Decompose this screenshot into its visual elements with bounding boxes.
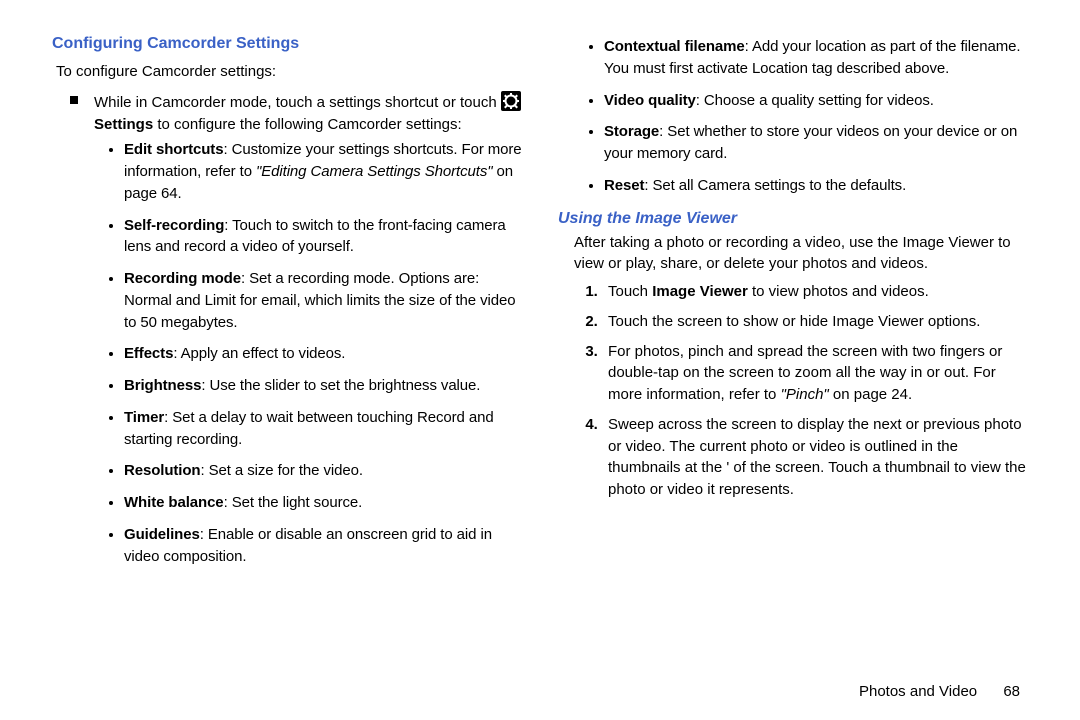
bullet-video-quality: Video quality: Choose a quality setting … [604,90,1028,112]
step-1: Touch Image Viewer to view photos and vi… [602,281,1028,303]
bullet-timer: Timer: Set a delay to wait between touch… [124,407,522,451]
settings-bullet-list: Edit shortcuts: Customize your settings … [52,139,522,567]
step-2: Touch the screen to show or hide Image V… [602,311,1028,333]
page-footer: Photos and Video 68 [859,683,1020,700]
gear-icon [501,91,521,111]
bullet-effects: Effects: Apply an effect to videos. [124,343,522,365]
step-3: For photos, pinch and spread the screen … [602,341,1028,406]
square-text-pre: While in Camcorder mode, touch a setting… [94,94,501,111]
settings-bullet-list-continued: Contextual filename: Add your location a… [558,36,1028,197]
bullet-white-balance: White balance: Set the light source. [124,492,522,514]
bullet-contextual-filename: Contextual filename: Add your location a… [604,36,1028,80]
manual-page: Configuring Camcorder Settings To config… [0,0,1080,720]
left-column: Configuring Camcorder Settings To config… [52,32,522,700]
intro-line: To configure Camcorder settings: [52,61,522,83]
square-text-post: to configure the following Camcorder set… [153,116,462,133]
bullet-reset: Reset: Set all Camera settings to the de… [604,175,1028,197]
footer-page-number: 68 [1003,683,1020,700]
bullet-guidelines: Guidelines: Enable or disable an onscree… [124,524,522,568]
bullet-brightness: Brightness: Use the slider to set the br… [124,375,522,397]
bullet-self-recording: Self-recording: Touch to switch to the f… [124,215,522,259]
heading-image-viewer: Using the Image Viewer [558,207,1028,230]
bullet-storage: Storage: Set whether to store your video… [604,121,1028,165]
footer-section: Photos and Video [859,683,977,700]
bullet-recording-mode: Recording mode: Set a recording mode. Op… [124,268,522,333]
bullet-resolution: Resolution: Set a size for the video. [124,460,522,482]
heading-configuring: Configuring Camcorder Settings [52,32,522,55]
image-viewer-intro: After taking a photo or recording a vide… [558,232,1028,276]
settings-label: Settings [94,116,153,133]
bullet-edit-shortcuts: Edit shortcuts: Customize your settings … [124,139,522,204]
right-column: Contextual filename: Add your location a… [558,32,1028,700]
square-bullet-item: While in Camcorder mode, touch a setting… [52,91,522,136]
image-viewer-steps: Touch Image Viewer to view photos and vi… [558,281,1028,501]
step-4: Sweep across the screen to display the n… [602,414,1028,501]
